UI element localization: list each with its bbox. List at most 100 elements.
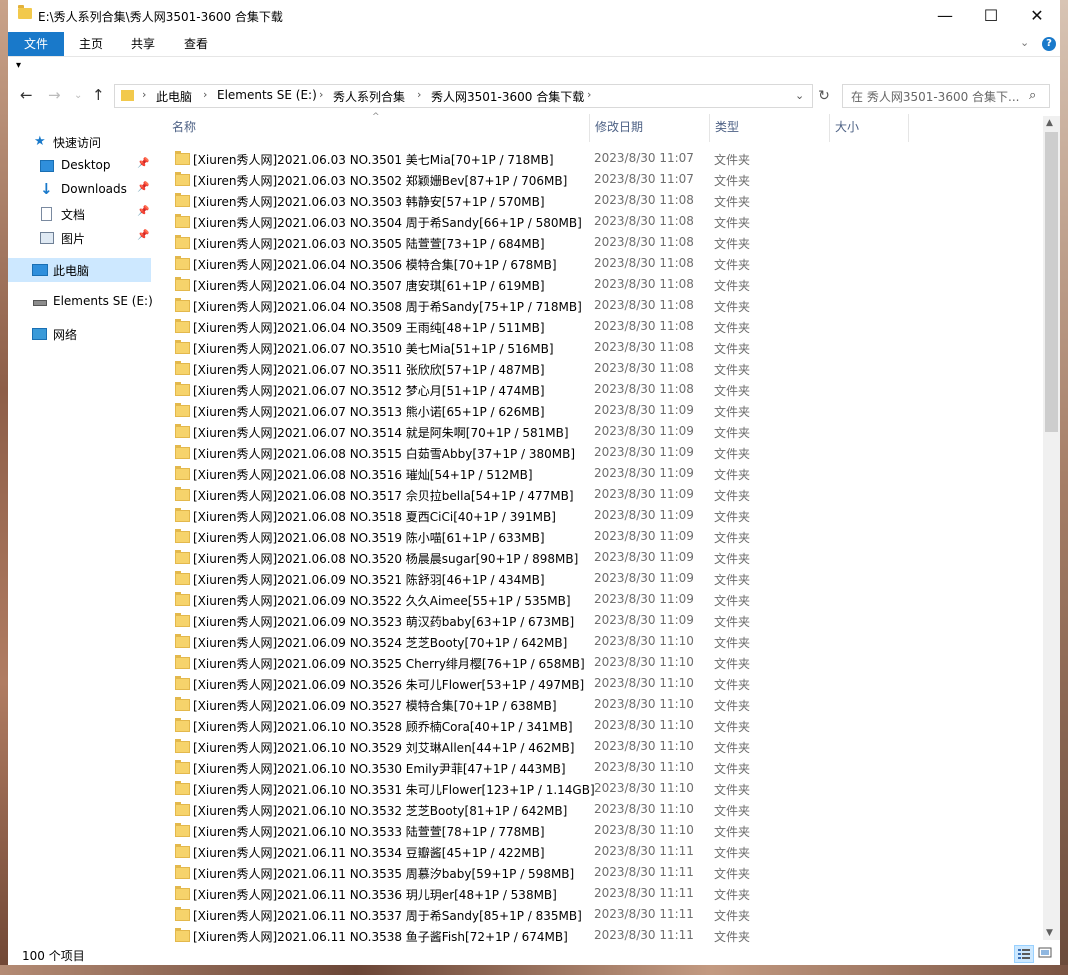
table-row[interactable]: [Xiuren秀人网]2021.06.03 NO.3504 周于希Sandy[6… [158,211,758,232]
customize-toolbar-arrow-icon[interactable]: ▾ [16,60,21,71]
breadcrumb-collection[interactable]: 秀人系列合集 [333,88,405,105]
table-row[interactable]: [Xiuren秀人网]2021.06.09 NO.3525 Cherry绯月樱[… [158,652,758,673]
pin-icon[interactable]: 📌 [137,182,149,193]
nav-item-network[interactable]: 网络 [8,322,151,346]
recent-locations-chevron-icon[interactable]: ⌄ [74,90,82,101]
table-row[interactable]: [Xiuren秀人网]2021.06.03 NO.3502 郑颖姗Bev[87+… [158,169,758,190]
chevron-right-icon[interactable]: › [319,88,323,101]
address-dropdown-chevron-icon[interactable]: ⌄ [795,89,804,102]
chevron-right-icon[interactable]: › [587,88,591,101]
table-row[interactable]: [Xiuren秀人网]2021.06.10 NO.3531 朱可儿Flower[… [158,778,758,799]
help-icon[interactable]: ? [1042,37,1056,51]
nav-item-desktop[interactable]: Desktop 📌 [8,154,151,178]
table-row[interactable]: [Xiuren秀人网]2021.06.10 NO.3533 陆萱萱[78+1P … [158,820,758,841]
table-row[interactable]: [Xiuren秀人网]2021.06.08 NO.3520 杨晨晨sugar[9… [158,547,758,568]
folder-icon [175,424,190,438]
refresh-icon[interactable]: ↻ [814,86,834,106]
minimize-button[interactable]: — [922,0,968,30]
table-row[interactable]: [Xiuren秀人网]2021.06.08 NO.3517 佘贝拉bella[5… [158,484,758,505]
table-row[interactable]: [Xiuren秀人网]2021.06.04 NO.3507 唐安琪[61+1P … [158,274,758,295]
file-name: [Xiuren秀人网]2021.06.11 NO.3536 玥儿玥er[48+1… [193,888,557,902]
table-row[interactable]: [Xiuren秀人网]2021.06.08 NO.3519 陈小喵[61+1P … [158,526,758,547]
column-header-size[interactable]: 大小 [835,118,859,135]
table-row[interactable]: [Xiuren秀人网]2021.06.11 NO.3534 豆瓣酱[45+1P … [158,841,758,862]
table-row[interactable]: [Xiuren秀人网]2021.06.08 NO.3516 璀灿[54+1P /… [158,463,758,484]
table-row[interactable]: [Xiuren秀人网]2021.06.04 NO.3509 王雨纯[48+1P … [158,316,758,337]
scroll-down-arrow-icon[interactable]: ▼ [1046,928,1053,938]
nav-item-pictures[interactable]: 图片 📌 [8,226,151,250]
table-row[interactable]: [Xiuren秀人网]2021.06.03 NO.3505 陆萱萱[73+1P … [158,232,758,253]
table-row[interactable]: [Xiuren秀人网]2021.06.09 NO.3523 萌汉药baby[63… [158,610,758,631]
table-row[interactable]: [Xiuren秀人网]2021.06.11 NO.3535 周慕汐baby[59… [158,862,758,883]
tab-file[interactable]: 文件 [8,32,64,56]
column-header-name[interactable]: 名称 [172,118,196,135]
nav-item-label: Downloads [61,182,127,196]
large-icons-view-icon[interactable] [1036,945,1056,963]
folder-icon [175,718,190,732]
pin-icon[interactable]: 📌 [137,230,149,241]
pin-icon[interactable]: 📌 [137,158,149,169]
breadcrumb-this-pc[interactable]: 此电脑 [156,88,192,105]
file-name: [Xiuren秀人网]2021.06.03 NO.3501 美七Mia[70+1… [193,153,554,167]
up-arrow-icon[interactable]: ↑ [92,86,105,104]
back-arrow-icon[interactable]: ← [20,86,33,104]
table-row[interactable]: [Xiuren秀人网]2021.06.09 NO.3521 陈舒羽[46+1P … [158,568,758,589]
nav-item-quick-access[interactable]: ★ 快速访问 [8,130,151,154]
scroll-up-arrow-icon[interactable]: ▲ [1046,118,1053,128]
table-row[interactable]: [Xiuren秀人网]2021.06.04 NO.3508 周于希Sandy[7… [158,295,758,316]
table-row[interactable]: [Xiuren秀人网]2021.06.11 NO.3537 周于希Sandy[8… [158,904,758,925]
search-input[interactable]: 在 秀人网3501-3600 合集下... ⌕ [842,84,1050,108]
nav-item-downloads[interactable]: ↓ Downloads 📌 [8,178,151,202]
ribbon-expand-chevron-icon[interactable]: ⌄ [1020,36,1029,49]
chevron-right-icon[interactable]: › [142,88,146,101]
nav-item-documents[interactable]: 文档 📌 [8,202,151,226]
address-bar[interactable]: › 此电脑 › Elements SE (E:) › 秀人系列合集 › 秀人网3… [114,84,813,108]
column-header-type[interactable]: 类型 [715,118,739,135]
nav-item-drive-e[interactable]: Elements SE (E:) [8,290,153,314]
table-row[interactable]: [Xiuren秀人网]2021.06.09 NO.3522 久久Aimee[55… [158,589,758,610]
column-divider[interactable] [908,114,909,142]
column-header-date[interactable]: 修改日期 [595,118,643,135]
nav-item-this-pc[interactable]: 此电脑 [8,258,151,282]
tab-home[interactable]: 主页 [68,32,114,56]
file-type: 文件夹 [714,867,751,881]
table-row[interactable]: [Xiuren秀人网]2021.06.08 NO.3518 夏西CiCi[40+… [158,505,758,526]
table-row[interactable]: [Xiuren秀人网]2021.06.09 NO.3527 模特合集[70+1P… [158,694,758,715]
file-date: 2023/8/30 11:07 [594,172,694,186]
table-row[interactable]: [Xiuren秀人网]2021.06.07 NO.3514 就是阿朱啊[70+1… [158,421,758,442]
table-row[interactable]: [Xiuren秀人网]2021.06.10 NO.3530 Emily尹菲[47… [158,757,758,778]
ribbon-tabs: 文件 主页 共享 查看 ⌄ ? [8,30,1060,56]
chevron-right-icon[interactable]: › [417,88,421,101]
scrollbar-thumb[interactable] [1045,132,1058,432]
table-row[interactable]: [Xiuren秀人网]2021.06.07 NO.3511 张欣欣[57+1P … [158,358,758,379]
table-row[interactable]: [Xiuren秀人网]2021.06.09 NO.3524 芝芝Booty[70… [158,631,758,652]
table-row[interactable]: [Xiuren秀人网]2021.06.10 NO.3532 芝芝Booty[81… [158,799,758,820]
breadcrumb-current-folder[interactable]: 秀人网3501-3600 合集下载 [431,88,584,105]
tab-share[interactable]: 共享 [120,32,166,56]
breadcrumb-drive[interactable]: Elements SE (E:) [217,88,317,102]
table-row[interactable]: [Xiuren秀人网]2021.06.07 NO.3513 熊小诺[65+1P … [158,400,758,421]
column-divider[interactable] [829,114,830,142]
table-row[interactable]: [Xiuren秀人网]2021.06.07 NO.3510 美七Mia[51+1… [158,337,758,358]
table-row[interactable]: [Xiuren秀人网]2021.06.07 NO.3512 梦心月[51+1P … [158,379,758,400]
vertical-scrollbar[interactable]: ▲ ▼ [1043,116,1060,940]
table-row[interactable]: [Xiuren秀人网]2021.06.10 NO.3529 刘艾琳Allen[4… [158,736,758,757]
table-row[interactable]: [Xiuren秀人网]2021.06.08 NO.3515 白茹雪Abby[37… [158,442,758,463]
table-row[interactable]: [Xiuren秀人网]2021.06.04 NO.3506 模特合集[70+1P… [158,253,758,274]
details-view-icon[interactable] [1014,945,1034,963]
column-divider[interactable] [709,114,710,142]
table-row[interactable]: [Xiuren秀人网]2021.06.03 NO.3501 美七Mia[70+1… [158,148,758,169]
table-row[interactable]: [Xiuren秀人网]2021.06.03 NO.3503 韩静安[57+1P … [158,190,758,211]
column-divider[interactable] [589,114,590,142]
pin-icon[interactable]: 📌 [137,206,149,217]
table-row[interactable]: [Xiuren秀人网]2021.06.11 NO.3536 玥儿玥er[48+1… [158,883,758,904]
file-name: [Xiuren秀人网]2021.06.10 NO.3528 顾乔楠Cora[40… [193,720,573,734]
table-row[interactable]: [Xiuren秀人网]2021.06.10 NO.3528 顾乔楠Cora[40… [158,715,758,736]
forward-arrow-icon[interactable]: → [48,86,61,104]
close-button[interactable]: ✕ [1014,0,1060,30]
table-row[interactable]: [Xiuren秀人网]2021.06.09 NO.3526 朱可儿Flower[… [158,673,758,694]
tab-view[interactable]: 查看 [173,32,219,56]
chevron-right-icon[interactable]: › [203,88,207,101]
search-icon[interactable]: ⌕ [1029,88,1036,103]
maximize-button[interactable]: ☐ [968,0,1014,30]
